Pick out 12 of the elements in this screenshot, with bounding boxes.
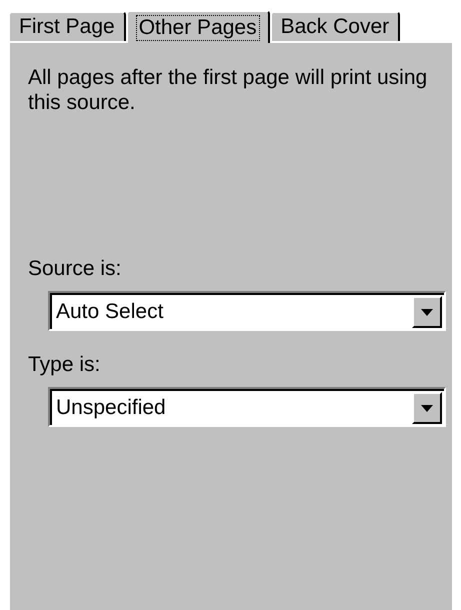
dropdown-button[interactable]: [412, 392, 442, 424]
field-label: Source is:: [28, 257, 122, 281]
caret-icon: [421, 404, 433, 412]
caret-icon: [421, 308, 433, 316]
tab[interactable]: Other Pages: [126, 10, 270, 43]
dropdown-button[interactable]: [412, 296, 442, 328]
dropdown[interactable]: Auto Select: [48, 291, 446, 331]
dropdown[interactable]: Unspecified: [48, 387, 446, 427]
tab[interactable]: First Page: [8, 11, 126, 41]
field-label: Type is:: [28, 353, 102, 377]
tab[interactable]: Back Cover: [270, 11, 400, 41]
description-text: All pages after the first page will print using this source.: [28, 65, 428, 115]
